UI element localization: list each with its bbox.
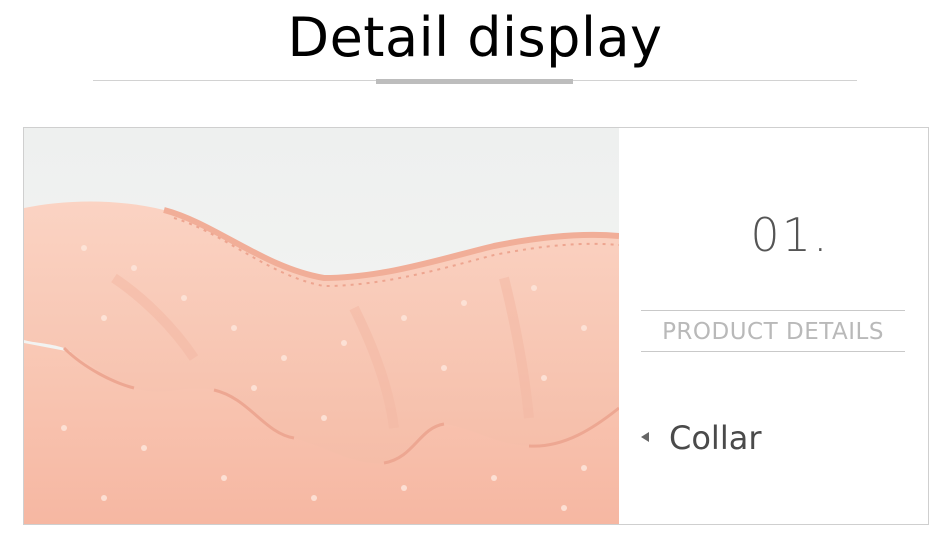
header: Detail display: [0, 0, 950, 80]
section-label: PRODUCT DETAILS: [662, 319, 884, 345]
detail-item-label: Collar: [669, 419, 762, 457]
detail-panel: 01. PRODUCT DETAILS Collar: [23, 127, 929, 525]
caret-left-icon: [641, 432, 649, 442]
title-divider-accent: [376, 79, 573, 84]
page-title: Detail display: [0, 6, 950, 70]
section-divider-bottom: [641, 351, 905, 352]
title-word-display: display: [467, 6, 663, 69]
product-photo: [24, 128, 619, 524]
section-divider-top: [641, 310, 905, 311]
title-word-detail: Detail: [287, 6, 450, 69]
detail-number: 01.: [750, 208, 830, 262]
